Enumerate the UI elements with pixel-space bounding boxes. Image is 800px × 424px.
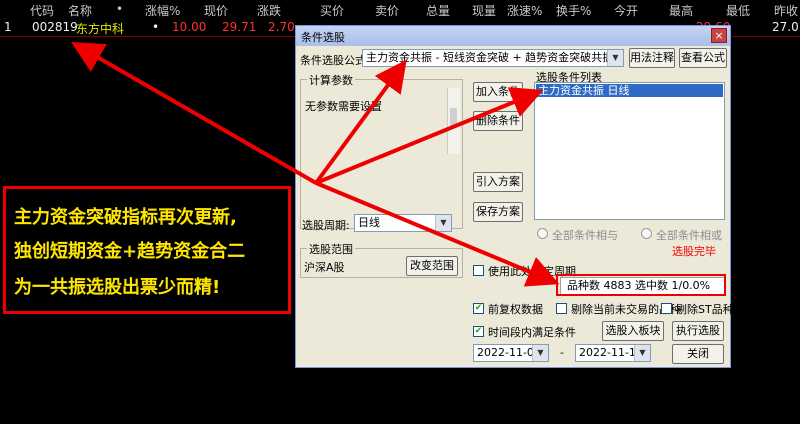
annotation-arrows	[71, 42, 560, 287]
arrow-to-count	[315, 181, 560, 287]
arrow-to-stock	[71, 42, 317, 185]
